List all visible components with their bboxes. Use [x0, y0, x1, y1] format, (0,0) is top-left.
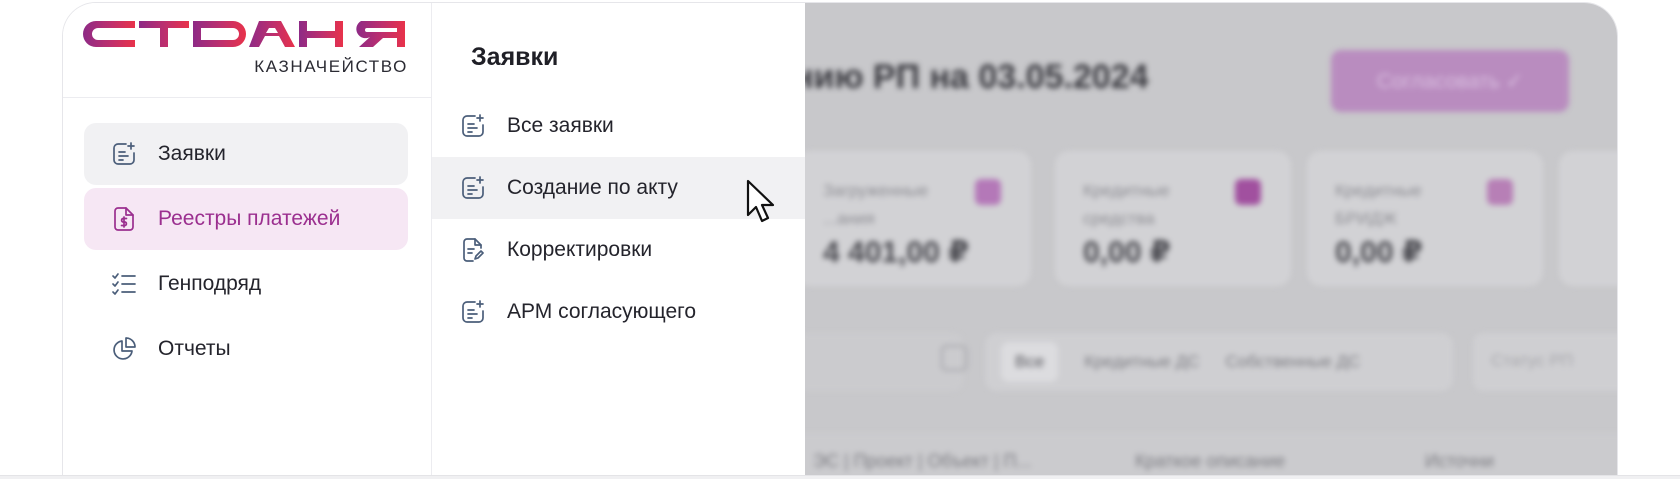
blurred-content: нию РП на 03.05.2024 Согласовать ✓ Загру…	[805, 3, 1617, 479]
table-header: ЭС | Проект | Объект | П... Краткое опис…	[805, 433, 1617, 479]
submenu-item-label: Все заявки	[507, 114, 614, 137]
sidebar-nav: Заявки Реестры платежей Генподряд Отчеты	[84, 123, 408, 383]
card-value: 0,00 ₽	[1083, 236, 1171, 269]
sidebar-item-label: Генподряд	[158, 272, 262, 295]
column-header: Источни	[1425, 451, 1494, 471]
logo-area: КАЗНАЧЕЙСТВО	[63, 3, 432, 98]
pie-chart-icon	[110, 335, 138, 363]
card-value: 0,00 ₽	[1335, 236, 1423, 269]
checklist-icon	[110, 270, 138, 298]
sidebar-item-requests[interactable]: Заявки	[84, 123, 408, 185]
brand-subtitle: КАЗНАЧЕЙСТВО	[254, 57, 408, 76]
summary-card: Кредитные БРИДЖ 0,00 ₽	[1307, 151, 1543, 286]
request-add-icon	[459, 298, 487, 326]
sidebar-item-label: Заявки	[158, 142, 226, 165]
approve-button: Согласовать ✓	[1331, 50, 1569, 112]
page-title: нию РП на 03.05.2024	[805, 58, 1149, 96]
summary-card	[1559, 151, 1617, 286]
bag-icon	[1487, 179, 1513, 205]
document-edit-icon	[459, 236, 487, 264]
main-content-overlay[interactable]: нию РП на 03.05.2024 Согласовать ✓ Загру…	[805, 3, 1617, 479]
submenu-item-label: Создание по акту	[507, 176, 678, 199]
card-label: Кредитные средства	[1083, 181, 1170, 228]
submenu-item-corrections[interactable]: Корректировки	[432, 219, 805, 281]
submenu-item-label: Корректировки	[507, 238, 653, 261]
column-header: Краткое описание	[1135, 451, 1286, 471]
card-value: 4 401,00 ₽	[823, 236, 969, 269]
status-select: Статус РП	[1473, 333, 1617, 391]
summary-card: Загруженные ...ания 4 401,00 ₽	[805, 151, 1031, 286]
calendar-icon	[941, 345, 967, 371]
submenu-item-approver-workstation[interactable]: АРМ согласующего	[432, 281, 805, 343]
date-field	[805, 333, 963, 391]
submenu-item-all-requests[interactable]: Все заявки	[432, 95, 805, 157]
brand-logo[interactable]	[83, 21, 405, 47]
submenu-title: Заявки	[471, 43, 559, 71]
submenu-item-label: АРМ согласующего	[507, 300, 696, 323]
source-filter: Все Кредитные ДС Собственные ДС	[985, 333, 1453, 391]
summary-card: Кредитные средства 0,00 ₽	[1055, 151, 1291, 286]
request-add-icon	[110, 140, 138, 168]
filter-credit: Кредитные ДС	[1084, 352, 1200, 371]
wallet-icon	[975, 179, 1001, 205]
app-window: КАЗНАЧЕЙСТВО Заявки Реестры платежей Ген…	[62, 2, 1618, 479]
card-icon	[1235, 179, 1261, 205]
sidebar-item-general-contract[interactable]: Генподряд	[84, 253, 408, 315]
request-add-icon	[459, 174, 487, 202]
sidebar-item-reports[interactable]: Отчеты	[84, 318, 408, 380]
submenu-panel: Заявки Все заявки Создание по акту Корре…	[432, 3, 805, 479]
sidebar-item-label: Реестры платежей	[158, 207, 341, 230]
card-label: Загруженные ...ания	[823, 181, 929, 228]
sidebar-item-payment-registers[interactable]: Реестры платежей	[84, 188, 408, 250]
filter-own: Собственные ДС	[1225, 352, 1361, 371]
column-header: ЭС | Проект | Объект | П...	[813, 451, 1032, 471]
bottom-divider	[0, 475, 1680, 479]
filter-all: Все	[1001, 342, 1059, 382]
mouse-cursor-icon	[746, 179, 775, 223]
card-label: Кредитные БРИДЖ	[1335, 181, 1422, 228]
sidebar-item-label: Отчеты	[158, 337, 231, 360]
request-add-icon	[459, 112, 487, 140]
sidebar: КАЗНАЧЕЙСТВО Заявки Реестры платежей Ген…	[63, 3, 432, 479]
dollar-document-icon	[110, 205, 138, 233]
